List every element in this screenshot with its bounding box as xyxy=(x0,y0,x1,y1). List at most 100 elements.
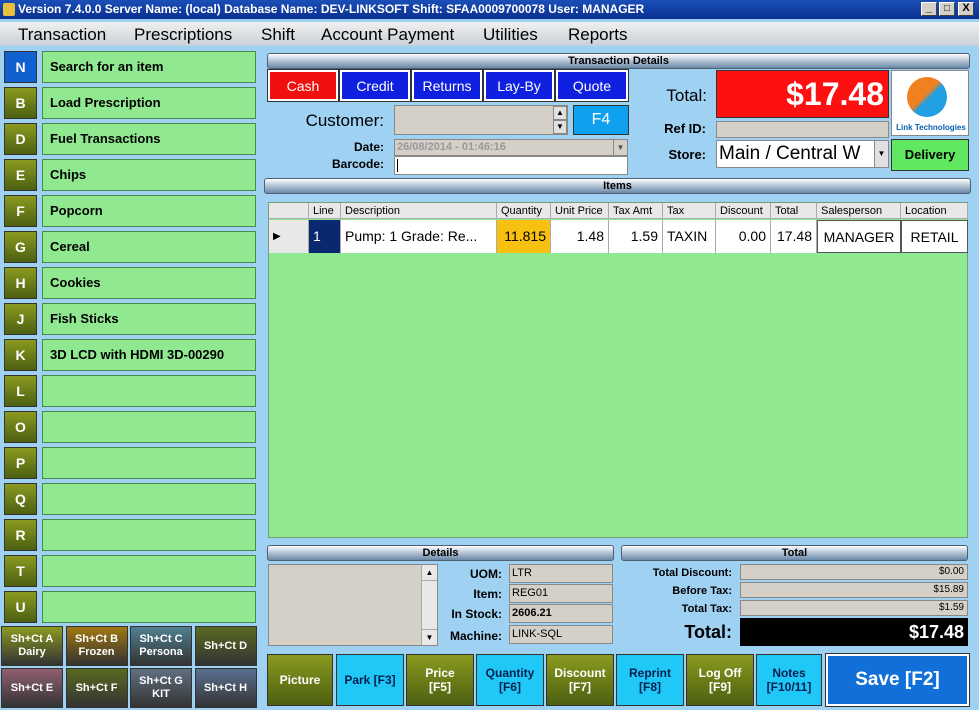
save-button[interactable]: Save [F2] xyxy=(825,653,970,707)
store-dropdown-icon[interactable]: ▼ xyxy=(874,141,888,167)
menu-account-payment[interactable]: Account Payment xyxy=(321,22,454,48)
price-button[interactable]: Price [F5] xyxy=(406,654,474,706)
shortcut-button-4[interactable]: Sh+Ct D xyxy=(194,626,257,666)
quick-item-h[interactable]: Cookies xyxy=(42,267,256,299)
col-location[interactable]: Location xyxy=(901,203,968,219)
quick-item-t[interactable] xyxy=(42,555,256,587)
cash-button[interactable]: Cash xyxy=(267,69,339,102)
quick-key-t[interactable]: T xyxy=(4,555,37,587)
cell-tax[interactable]: TAXIN xyxy=(663,220,716,253)
cell-salesperson[interactable]: MANAGER xyxy=(817,220,901,253)
ref-id-field[interactable] xyxy=(716,121,889,138)
log-off-button[interactable]: Log Off [F9] xyxy=(686,654,754,706)
quick-key-r[interactable]: R xyxy=(4,519,37,551)
quick-key-f[interactable]: F xyxy=(4,195,37,227)
quick-item-f[interactable]: Popcorn xyxy=(42,195,256,227)
quick-item-n[interactable]: Search for an item xyxy=(42,51,256,83)
customer-input[interactable]: ▲ ▼ xyxy=(394,105,568,135)
quick-key-u[interactable]: U xyxy=(4,591,37,623)
shortcut-button-1[interactable]: Sh+Ct A Dairy xyxy=(1,626,63,666)
picture-button[interactable]: Picture xyxy=(267,654,333,706)
shortcut-button-6[interactable]: Sh+Ct F xyxy=(65,668,128,708)
grand-total-value: $17.48 xyxy=(740,618,968,646)
shortcut-button-2[interactable]: Sh+Ct B Frozen xyxy=(65,626,128,666)
quick-item-e[interactable]: Chips xyxy=(42,159,256,191)
barcode-input[interactable] xyxy=(394,156,628,175)
quick-item-l[interactable] xyxy=(42,375,256,407)
total-tax-label: Total Tax: xyxy=(681,603,732,615)
shortcut-button-7[interactable]: Sh+Ct G KIT xyxy=(130,668,192,708)
quick-key-j[interactable]: J xyxy=(4,303,37,335)
col-discount[interactable]: Discount xyxy=(716,203,771,219)
quick-key-n[interactable]: N xyxy=(4,51,37,83)
cell-total[interactable]: 17.48 xyxy=(771,220,817,253)
quick-key-p[interactable]: P xyxy=(4,447,37,479)
cell-tax-amt[interactable]: 1.59 xyxy=(609,220,663,253)
quick-item-q[interactable] xyxy=(42,483,256,515)
spin-down-icon[interactable]: ▼ xyxy=(553,120,567,134)
shortcut-button-5[interactable]: Sh+Ct E xyxy=(1,668,63,708)
reprint-button[interactable]: Reprint [F8] xyxy=(616,654,684,706)
f4-button[interactable]: F4 xyxy=(573,105,629,135)
lay-by-button[interactable]: Lay-By xyxy=(483,69,555,102)
date-field[interactable]: 26/08/2014 - 01:46:16 ▼ xyxy=(394,139,628,156)
col-quantity[interactable]: Quantity xyxy=(497,203,551,219)
credit-button[interactable]: Credit xyxy=(339,69,411,102)
store-select[interactable]: Main / Central W ▼ xyxy=(716,140,889,168)
quantity-button[interactable]: Quantity [F6] xyxy=(476,654,544,706)
dropdown-arrow-icon[interactable]: ▼ xyxy=(613,140,627,155)
minimize-button[interactable]: _ xyxy=(921,2,937,16)
cell-line[interactable]: 1 xyxy=(309,220,341,253)
quote-button[interactable]: Quote xyxy=(555,69,629,102)
logo-icon xyxy=(907,77,947,117)
quick-item-p[interactable] xyxy=(42,447,256,479)
quick-key-g[interactable]: G xyxy=(4,231,37,263)
quick-key-h[interactable]: H xyxy=(4,267,37,299)
col-tax[interactable]: Tax xyxy=(663,203,716,219)
quick-item-j[interactable]: Fish Sticks xyxy=(42,303,256,335)
park-button[interactable]: Park [F3] xyxy=(336,654,404,706)
menu-shift[interactable]: Shift xyxy=(261,22,295,48)
quick-item-r[interactable] xyxy=(42,519,256,551)
quick-key-d[interactable]: D xyxy=(4,123,37,155)
quick-item-u[interactable] xyxy=(42,591,256,623)
quick-key-q[interactable]: Q xyxy=(4,483,37,515)
notes-button[interactable]: Notes [F10/11] xyxy=(756,654,822,706)
quick-item-o[interactable] xyxy=(42,411,256,443)
quick-item-k[interactable]: 3D LCD with HDMI 3D-00290 xyxy=(42,339,256,371)
restore-button[interactable]: □ xyxy=(939,2,955,16)
col-total[interactable]: Total xyxy=(771,203,817,219)
col-salesperson[interactable]: Salesperson xyxy=(817,203,901,219)
cell-unit-price[interactable]: 1.48 xyxy=(551,220,609,253)
col-line[interactable]: Line xyxy=(309,203,341,219)
quick-key-l[interactable]: L xyxy=(4,375,37,407)
col-tax-amt[interactable]: Tax Amt xyxy=(609,203,663,219)
returns-button[interactable]: Returns xyxy=(411,69,483,102)
close-button[interactable]: X xyxy=(958,2,974,16)
quick-key-o[interactable]: O xyxy=(4,411,37,443)
quick-item-g[interactable]: Cereal xyxy=(42,231,256,263)
quick-key-k[interactable]: K xyxy=(4,339,37,371)
menu-prescriptions[interactable]: Prescriptions xyxy=(134,22,232,48)
delivery-button[interactable]: Delivery xyxy=(891,139,969,171)
menu-reports[interactable]: Reports xyxy=(568,22,628,48)
shortcut-button-3[interactable]: Sh+Ct C Persona xyxy=(130,626,192,666)
cell-quantity[interactable]: 11.815 xyxy=(497,220,551,253)
col-unit-price[interactable]: Unit Price xyxy=(551,203,609,219)
quick-key-e[interactable]: E xyxy=(4,159,37,191)
spin-up-icon[interactable]: ▲ xyxy=(553,106,567,120)
col-description[interactable]: Description xyxy=(341,203,497,219)
discount-button[interactable]: Discount [F7] xyxy=(546,654,614,706)
cell-location[interactable]: RETAIL xyxy=(901,220,968,253)
quick-item-b[interactable]: Load Prescription xyxy=(42,87,256,119)
menu-utilities[interactable]: Utilities xyxy=(483,22,538,48)
quick-key-b[interactable]: B xyxy=(4,87,37,119)
transaction-details-header: Transaction Details xyxy=(267,53,970,69)
window-title: Version 7.4.0.0 Server Name: (local) Dat… xyxy=(18,2,645,16)
shortcut-button-8[interactable]: Sh+Ct H xyxy=(194,668,257,708)
quick-item-d[interactable]: Fuel Transactions xyxy=(42,123,256,155)
row-selector-icon[interactable]: ▶ xyxy=(269,220,309,253)
cell-description[interactable]: Pump: 1 Grade: Re... xyxy=(341,220,497,253)
cell-discount[interactable]: 0.00 xyxy=(716,220,771,253)
menu-transaction[interactable]: Transaction xyxy=(18,22,106,48)
